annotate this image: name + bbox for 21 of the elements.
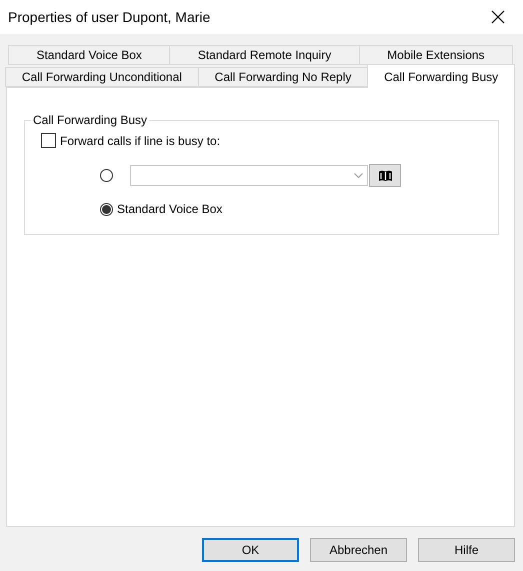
tab[interactable]: Call Forwarding Busy: [367, 64, 515, 88]
group-title: Call Forwarding Busy: [32, 113, 148, 127]
radio-label: Standard Voice Box: [117, 202, 222, 216]
tab[interactable]: Call Forwarding No Reply: [198, 67, 368, 87]
window-title: Properties of user Dupont, Marie: [8, 9, 210, 25]
dropdown-field[interactable]: [130, 165, 368, 186]
chevron-down-icon: [354, 173, 363, 178]
dialog-button[interactable]: Abbrechen: [310, 538, 407, 562]
tab[interactable]: Mobile Extensions: [358, 45, 514, 65]
checkbox-label: Forward calls if line is busy to:: [60, 134, 220, 148]
tab[interactable]: Standard Remote Inquiry: [169, 45, 360, 65]
checkbox[interactable]: [41, 133, 56, 148]
tab[interactable]: Call Forwarding Unconditional: [5, 67, 199, 87]
dialog-button[interactable]: OK: [202, 538, 299, 562]
close-icon: [491, 10, 505, 24]
radio-button[interactable]: [100, 169, 113, 182]
tab[interactable]: Standard Voice Box: [8, 45, 170, 65]
radio-button[interactable]: [100, 202, 113, 216]
address-book-button[interactable]: [369, 164, 401, 187]
dialog-button[interactable]: Hilfe: [418, 538, 515, 562]
book-icon: [378, 170, 392, 182]
